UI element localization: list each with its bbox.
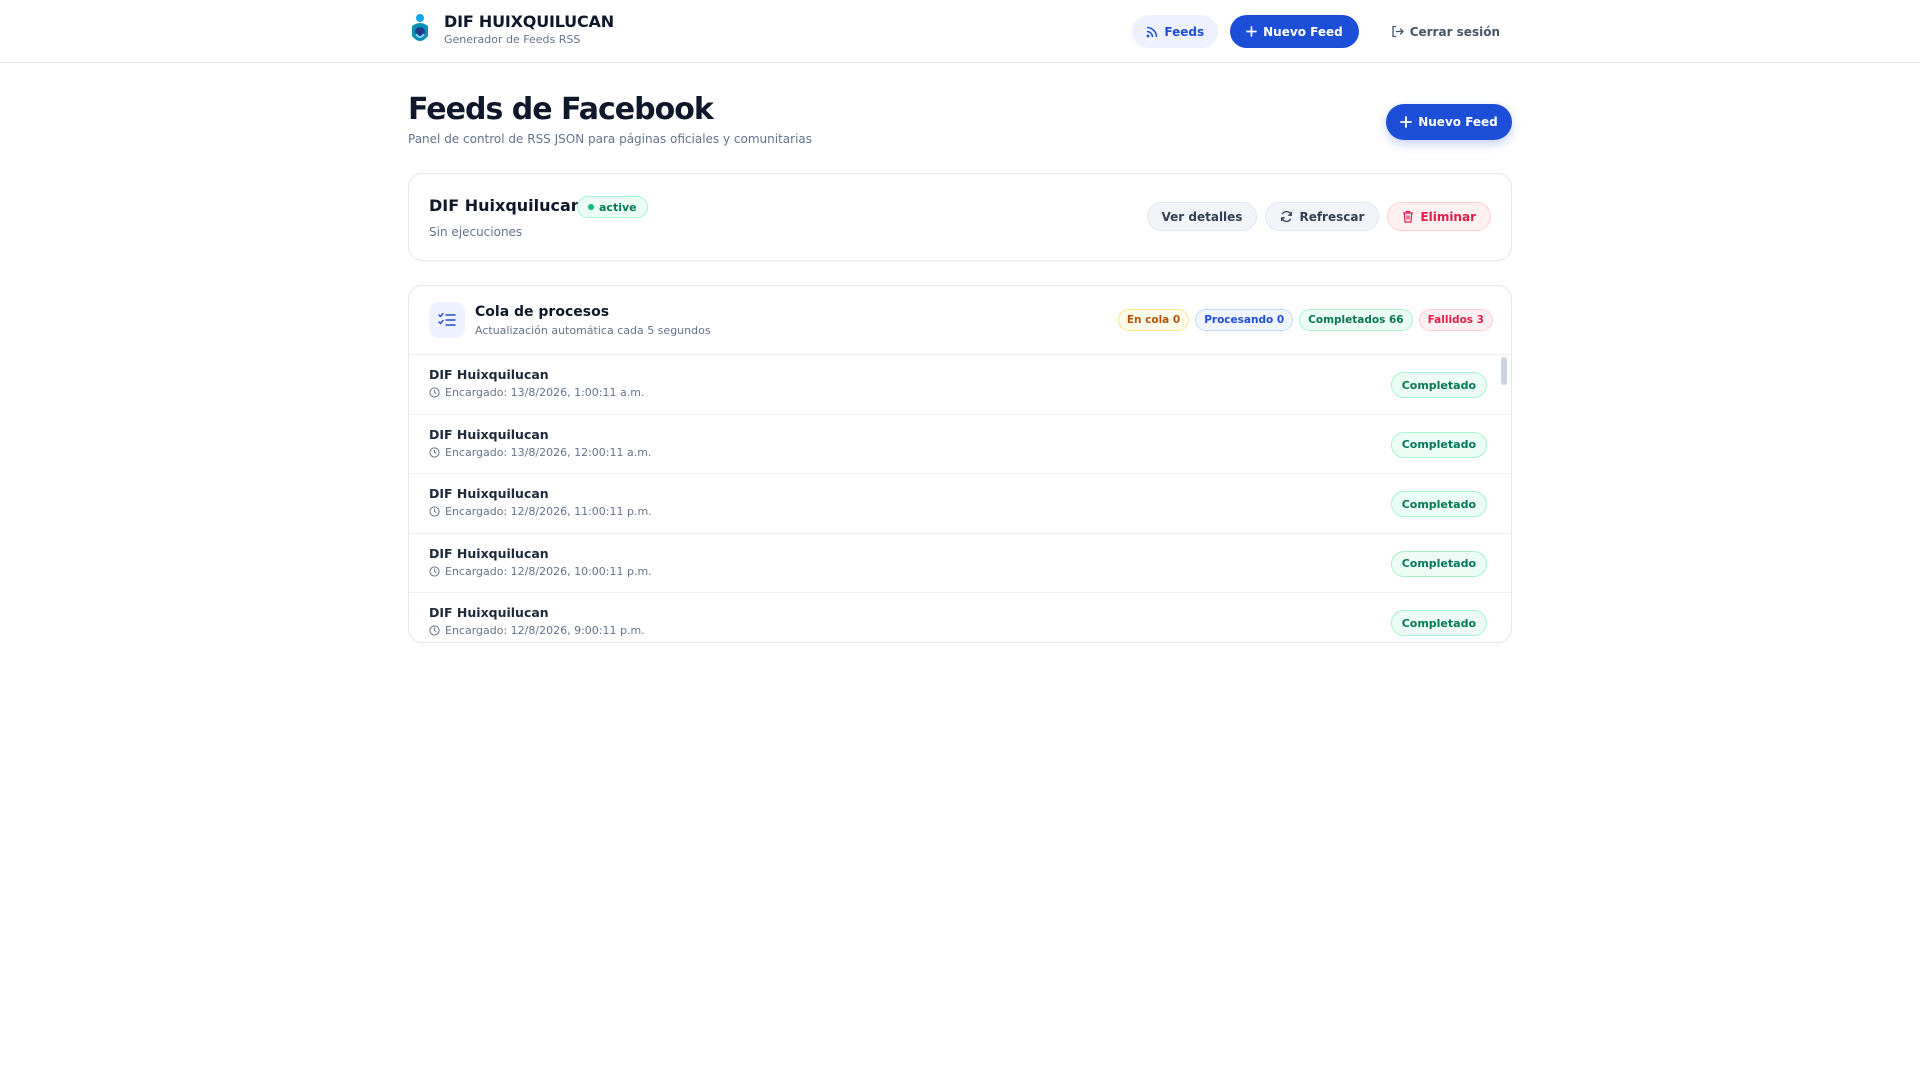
nav-feeds-button[interactable]: Feeds xyxy=(1132,15,1219,48)
logout-button[interactable]: Cerrar sesión xyxy=(1379,15,1512,48)
queued-count-badge: En cola 0 xyxy=(1117,309,1190,331)
feed-name: DIF Huixquilucan xyxy=(429,196,583,215)
page-subtitle: Panel de control de RSS JSON para página… xyxy=(408,132,813,146)
queue-stats: En cola 0 Procesando 0 Completados 66 Fa… xyxy=(1117,309,1493,331)
list-item: DIF Huixquilucan Encargado: 13/8/2026, 1… xyxy=(409,415,1511,474)
feed-card: DIF Huixquilucan active Sin ejecuciones … xyxy=(408,173,1512,261)
feed-status-badge: active xyxy=(577,196,648,218)
list-item: DIF Huixquilucan Encargado: 12/8/2026, 1… xyxy=(409,534,1511,593)
nav-feeds-label: Feeds xyxy=(1164,24,1205,39)
view-details-button[interactable]: Ver detalles xyxy=(1146,202,1258,231)
nav-new-feed-label: Nuevo Feed xyxy=(1263,24,1343,39)
list-item: DIF Huixquilucan Encargado: 12/8/2026, 1… xyxy=(409,474,1511,534)
status-dot-icon xyxy=(588,204,594,210)
feed-actions: Ver detalles Refrescar Eliminar xyxy=(1146,202,1491,231)
clock-icon xyxy=(429,387,440,398)
queue-scrollbar[interactable] xyxy=(1501,357,1507,385)
delete-button[interactable]: Eliminar xyxy=(1387,202,1491,231)
feed-status-label: active xyxy=(599,200,637,214)
new-feed-button[interactable]: Nuevo Feed xyxy=(1386,104,1512,140)
list-item: DIF Huixquilucan Encargado: 13/8/2026, 1… xyxy=(409,355,1511,415)
status-badge: Completado xyxy=(1390,550,1487,577)
job-name: DIF Huixquilucan xyxy=(429,367,549,382)
job-time-label: Encargado: 12/8/2026, 9:00:11 p.m. xyxy=(445,624,645,637)
job-time: Encargado: 13/8/2026, 1:00:11 a.m. xyxy=(429,386,644,399)
job-time: Encargado: 13/8/2026, 12:00:11 a.m. xyxy=(429,446,651,459)
logout-label: Cerrar sesión xyxy=(1409,24,1500,39)
feed-last-run: Sin ejecuciones xyxy=(429,225,523,239)
queue-header: Cola de procesos Actualización automátic… xyxy=(409,286,1511,355)
new-feed-label: Nuevo Feed xyxy=(1418,115,1498,129)
refresh-icon xyxy=(1281,210,1293,223)
brand-subtitle: Generador de Feeds RSS xyxy=(444,33,581,46)
status-badge: Completado xyxy=(1390,610,1487,636)
logo-icon xyxy=(412,14,428,41)
failed-count-badge: Fallidos 3 xyxy=(1418,309,1493,331)
queue-title: Cola de procesos xyxy=(475,304,610,320)
queue-list[interactable]: DIF Huixquilucan Encargado: 13/8/2026, 1… xyxy=(409,355,1511,642)
queue-card: Cola de procesos Actualización automátic… xyxy=(408,285,1512,643)
logout-icon xyxy=(1392,25,1404,38)
list-item: DIF Huixquilucan Encargado: 12/8/2026, 9… xyxy=(409,593,1511,642)
status-badge: Completado xyxy=(1390,372,1487,398)
processing-count-badge: Procesando 0 xyxy=(1195,309,1294,331)
clock-icon xyxy=(429,565,440,577)
queue-subtitle: Actualización automática cada 5 segundos xyxy=(475,324,711,337)
list-check-icon xyxy=(429,302,465,338)
job-time-label: Encargado: 12/8/2026, 11:00:11 p.m. xyxy=(445,505,652,518)
delete-label: Eliminar xyxy=(1420,209,1476,224)
refresh-label: Refrescar xyxy=(1299,209,1365,224)
top-navbar: DIF HUIXQUILUCAN Generador de Feeds RSS … xyxy=(0,0,1920,63)
job-time-label: Encargado: 13/8/2026, 12:00:11 a.m. xyxy=(445,445,652,459)
top-nav: Feeds Nuevo Feed Cerrar sesión xyxy=(1132,15,1512,48)
brand[interactable]: DIF HUIXQUILUCAN Generador de Feeds RSS xyxy=(408,12,614,48)
job-time: Encargado: 12/8/2026, 11:00:11 p.m. xyxy=(429,505,652,518)
job-time: Encargado: 12/8/2026, 9:00:11 p.m. xyxy=(429,624,645,637)
clock-icon xyxy=(429,625,440,636)
rss-icon xyxy=(1147,26,1158,37)
nav-new-feed-button[interactable]: Nuevo Feed xyxy=(1230,15,1359,48)
job-name: DIF Huixquilucan xyxy=(429,486,549,501)
plus-icon xyxy=(1400,116,1413,128)
job-name: DIF Huixquilucan xyxy=(429,605,549,620)
clock-icon xyxy=(429,506,440,517)
completed-count-badge: Completados 66 xyxy=(1299,309,1413,331)
job-name: DIF Huixquilucan xyxy=(429,426,549,442)
trash-icon xyxy=(1403,210,1414,223)
job-time: Encargado: 12/8/2026, 10:00:11 p.m. xyxy=(429,565,652,578)
brand-title: DIF HUIXQUILUCAN xyxy=(444,12,614,31)
view-details-label: Ver detalles xyxy=(1161,209,1243,224)
job-time-label: Encargado: 12/8/2026, 10:00:11 p.m. xyxy=(445,564,652,578)
refresh-button[interactable]: Refrescar xyxy=(1265,202,1380,231)
plus-icon xyxy=(1246,26,1257,37)
status-badge: Completado xyxy=(1390,491,1487,517)
job-name: DIF Huixquilucan xyxy=(429,545,549,561)
page-title: Feeds de Facebook xyxy=(408,92,714,127)
status-badge: Completado xyxy=(1390,431,1487,458)
job-time-label: Encargado: 13/8/2026, 1:00:11 a.m. xyxy=(445,386,645,399)
clock-icon xyxy=(429,446,440,458)
